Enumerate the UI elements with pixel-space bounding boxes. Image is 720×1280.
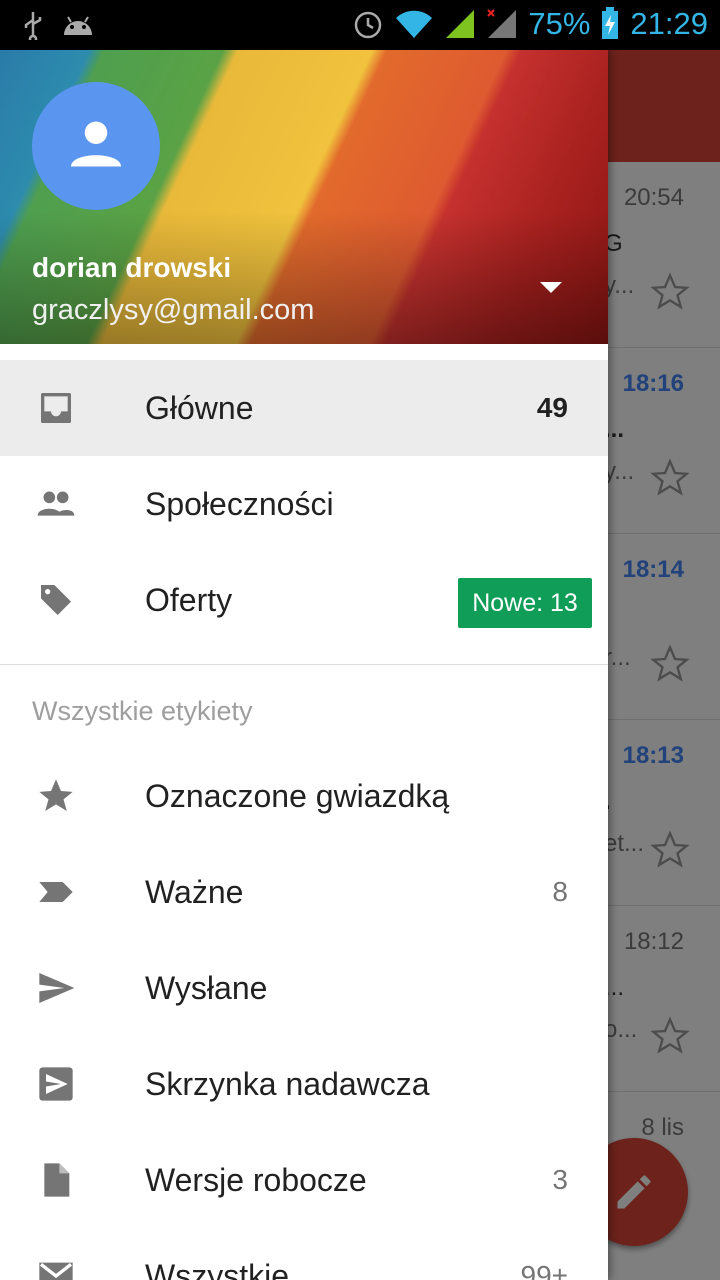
drawer-item-label: Wszystkie — [145, 1258, 289, 1280]
dropdown-arrow-icon[interactable] — [540, 282, 562, 294]
drawer-item-label: Ważne — [145, 874, 244, 910]
alarm-icon — [355, 11, 382, 39]
outbox-icon — [39, 1067, 73, 1101]
divider — [0, 664, 608, 665]
drawer-item-starred[interactable]: Oznaczone gwiazdką — [0, 748, 608, 844]
drawer-item-drafts[interactable]: Wersje robocze 3 — [0, 1132, 608, 1228]
draft-icon — [44, 1163, 70, 1197]
drawer-item-label: Wysłane — [145, 970, 268, 1006]
drawer-item-all-mail[interactable]: Wszystkie 99+ — [0, 1228, 608, 1280]
navigation-drawer: dorian drowski graczlysy@gmail.com Główn… — [0, 50, 608, 1280]
unread-count: 49 — [536, 392, 568, 423]
account-header[interactable]: dorian drowski graczlysy@gmail.com — [0, 50, 608, 344]
drawer-item-promotions[interactable]: Oferty Nowe: 13 — [0, 552, 608, 648]
battery-charging-icon — [602, 7, 619, 39]
mail-icon — [39, 1262, 73, 1280]
usb-icon — [24, 12, 42, 40]
wifi-icon — [396, 10, 433, 38]
drawer-item-label: Społeczności — [145, 486, 334, 522]
battery-percent: 75% — [528, 6, 591, 41]
people-icon — [37, 491, 75, 516]
drawer-item-label: Oznaczone gwiazdką — [145, 778, 450, 814]
person-icon — [71, 121, 121, 167]
drawer-item-label: Oferty — [145, 582, 233, 618]
signal-icon — [446, 10, 475, 38]
account-email: graczlysy@gmail.com — [32, 294, 315, 326]
new-badge: Nowe: 13 — [458, 578, 592, 628]
drawer-item-outbox[interactable]: Skrzynka nadawcza — [0, 1036, 608, 1132]
unread-count: 8 — [552, 876, 568, 907]
drawer-item-social[interactable]: Społeczności — [0, 456, 608, 552]
drawer-item-label: Główne — [145, 390, 254, 426]
drawer-item-important[interactable]: Ważne 8 — [0, 844, 608, 940]
drawer-item-primary[interactable]: Główne 49 — [0, 360, 608, 456]
tag-icon — [41, 585, 71, 615]
account-name: dorian drowski — [32, 252, 232, 283]
important-icon — [39, 882, 73, 902]
avatar[interactable] — [32, 82, 160, 210]
star-icon — [39, 779, 73, 811]
inbox-icon — [41, 393, 71, 423]
status-bar: 75% 21:29 — [0, 0, 720, 50]
signal-no-data-icon — [487, 9, 517, 38]
clock: 21:29 — [630, 6, 708, 41]
unread-count: 3 — [552, 1164, 568, 1195]
drawer-item-label: Wersje robocze — [145, 1162, 367, 1198]
unread-count: 99+ — [520, 1260, 569, 1280]
drawer-item-sent[interactable]: Wysłane — [0, 940, 608, 1036]
drawer-item-label: Skrzynka nadawcza — [145, 1066, 430, 1102]
section-header: Wszystkie etykiety — [32, 696, 253, 726]
send-icon — [39, 973, 75, 1003]
android-debug-icon — [64, 16, 92, 35]
